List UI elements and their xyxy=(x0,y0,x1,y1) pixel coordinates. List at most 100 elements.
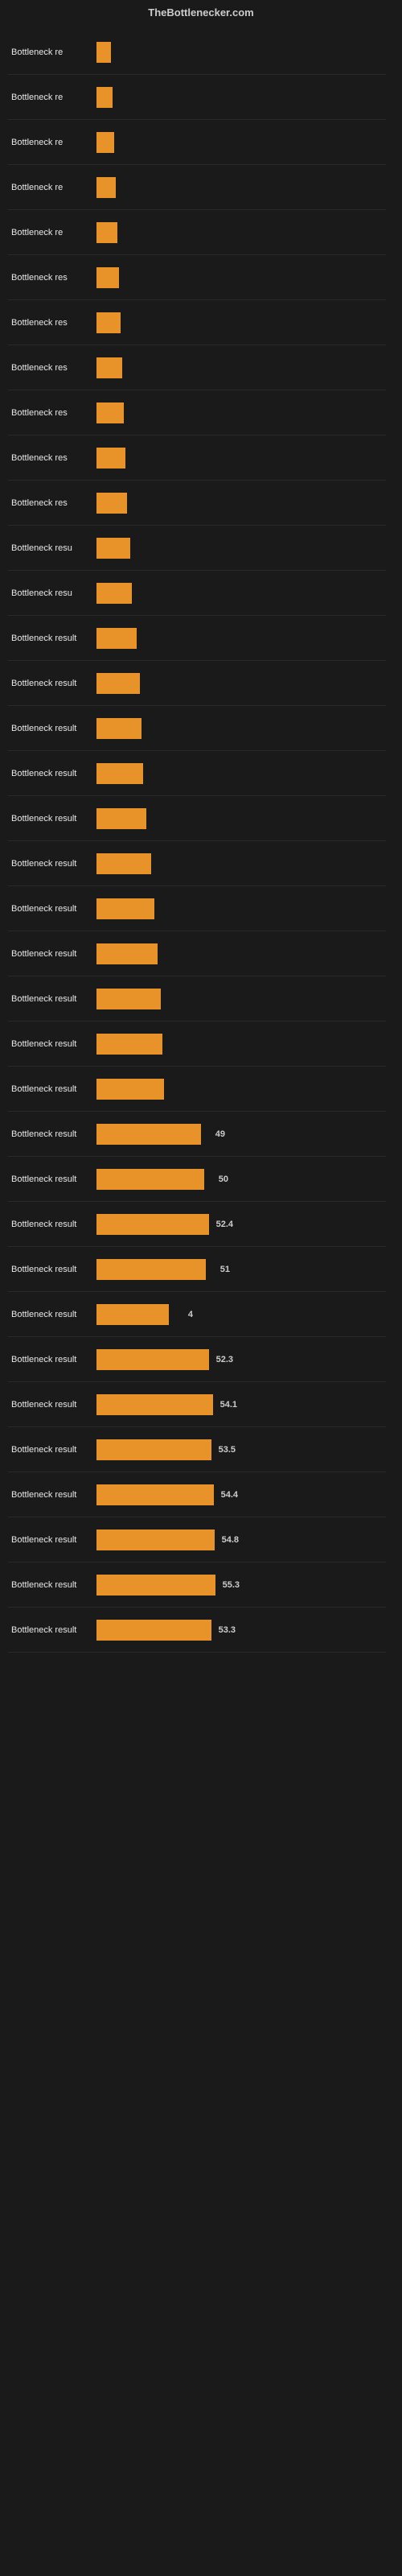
bar-label: Bottleneck result xyxy=(8,1174,96,1184)
bar-label: Bottleneck re xyxy=(8,183,96,192)
bar-row: Bottleneck res xyxy=(8,300,386,345)
bar-label: Bottleneck result xyxy=(8,814,96,824)
bar-row: Bottleneck result xyxy=(8,931,386,976)
bar-label: Bottleneck result xyxy=(8,769,96,778)
bar-label: Bottleneck result xyxy=(8,1535,96,1545)
bar-wrap: 4 xyxy=(96,1292,386,1336)
bar-row: Bottleneck result54.4 xyxy=(8,1472,386,1517)
bar-row: Bottleneck result xyxy=(8,1022,386,1067)
bar-label: Bottleneck res xyxy=(8,318,96,328)
bar xyxy=(96,1079,164,1100)
bar-value: 53.3 xyxy=(219,1625,236,1635)
bar xyxy=(96,267,119,288)
bar-label: Bottleneck result xyxy=(8,1310,96,1319)
bar-label: Bottleneck result xyxy=(8,1265,96,1274)
bar xyxy=(96,1034,162,1055)
bar-row: Bottleneck result xyxy=(8,796,386,841)
bar-value: 54.8 xyxy=(222,1535,239,1545)
bar: 4 xyxy=(96,1304,169,1325)
bar xyxy=(96,222,117,243)
bar-label: Bottleneck result xyxy=(8,859,96,869)
bar-label: Bottleneck result xyxy=(8,1355,96,1364)
bar-label: Bottleneck result xyxy=(8,1445,96,1455)
bar xyxy=(96,448,125,469)
bar xyxy=(96,42,111,63)
bar-row: Bottleneck result54.1 xyxy=(8,1382,386,1427)
bar-label: Bottleneck result xyxy=(8,1490,96,1500)
bar-wrap xyxy=(96,436,386,480)
bar-label: Bottleneck re xyxy=(8,228,96,237)
bar-wrap xyxy=(96,1022,386,1066)
bar-label: Bottleneck res xyxy=(8,498,96,508)
bar-label: Bottleneck result xyxy=(8,1220,96,1229)
bar-wrap: 53.3 xyxy=(96,1608,386,1652)
bar-value: 52.3 xyxy=(216,1355,233,1364)
bar-row: Bottleneck res xyxy=(8,255,386,300)
bar-wrap xyxy=(96,796,386,840)
bar-row: Bottleneck result49 xyxy=(8,1112,386,1157)
bar-value: 4 xyxy=(188,1310,193,1319)
bar xyxy=(96,943,158,964)
bar-label: Bottleneck resu xyxy=(8,543,96,553)
chart-container: Bottleneck re Bottleneck re Bottleneck re B… xyxy=(0,22,402,1661)
bar xyxy=(96,87,113,108)
bar: 51 xyxy=(96,1259,206,1280)
bar xyxy=(96,357,122,378)
bar-wrap xyxy=(96,886,386,931)
bar-wrap xyxy=(96,120,386,164)
header: TheBottlenecker.com xyxy=(0,0,402,22)
bar-row: Bottleneck res xyxy=(8,345,386,390)
bar: 53.3 xyxy=(96,1620,211,1641)
bar-label: Bottleneck result xyxy=(8,679,96,688)
bar: 52.4 xyxy=(96,1214,209,1235)
bar-row: Bottleneck result xyxy=(8,616,386,661)
bar xyxy=(96,898,154,919)
bar-label: Bottleneck result xyxy=(8,724,96,733)
bar-value: 55.3 xyxy=(223,1580,240,1590)
bar: 49 xyxy=(96,1124,201,1145)
bar-label: Bottleneck result xyxy=(8,949,96,959)
bar-wrap xyxy=(96,1067,386,1111)
bar xyxy=(96,989,161,1009)
bar-row: Bottleneck res xyxy=(8,436,386,481)
bar-label: Bottleneck result xyxy=(8,1039,96,1049)
bar-wrap xyxy=(96,30,386,74)
bar-row: Bottleneck re xyxy=(8,120,386,165)
bar-row: Bottleneck res xyxy=(8,481,386,526)
bar-wrap xyxy=(96,300,386,345)
bar-label: Bottleneck result xyxy=(8,1129,96,1139)
bar-row: Bottleneck result53.5 xyxy=(8,1427,386,1472)
bar-row: Bottleneck result xyxy=(8,976,386,1022)
bar-wrap xyxy=(96,75,386,119)
bar: 55.3 xyxy=(96,1575,215,1596)
bar-row: Bottleneck result53.3 xyxy=(8,1608,386,1653)
bar-wrap: 51 xyxy=(96,1247,386,1291)
site-title: TheBottlenecker.com xyxy=(0,0,402,22)
bar-label: Bottleneck re xyxy=(8,138,96,147)
bar xyxy=(96,312,121,333)
bar-row: Bottleneck result55.3 xyxy=(8,1563,386,1608)
bar-wrap xyxy=(96,931,386,976)
bar-label: Bottleneck result xyxy=(8,1400,96,1410)
bar xyxy=(96,808,146,829)
bar-row: Bottleneck result xyxy=(8,841,386,886)
bar-value: 49 xyxy=(215,1129,225,1139)
bar xyxy=(96,132,114,153)
bar xyxy=(96,628,137,649)
bar-wrap xyxy=(96,345,386,390)
bar-row: Bottleneck result xyxy=(8,661,386,706)
bar xyxy=(96,538,130,559)
bar: 52.3 xyxy=(96,1349,209,1370)
bar xyxy=(96,177,116,198)
bar: 54.8 xyxy=(96,1530,215,1550)
bar-label: Bottleneck result xyxy=(8,1084,96,1094)
bar-row: Bottleneck result xyxy=(8,886,386,931)
bar-label: Bottleneck result xyxy=(8,1580,96,1590)
bar-row: Bottleneck result4 xyxy=(8,1292,386,1337)
bar-row: Bottleneck result xyxy=(8,1067,386,1112)
bar-row: Bottleneck result50 xyxy=(8,1157,386,1202)
bar: 54.1 xyxy=(96,1394,213,1415)
bar-row: Bottleneck result52.3 xyxy=(8,1337,386,1382)
bar-row: Bottleneck res xyxy=(8,390,386,436)
bar-wrap: 54.8 xyxy=(96,1517,386,1562)
